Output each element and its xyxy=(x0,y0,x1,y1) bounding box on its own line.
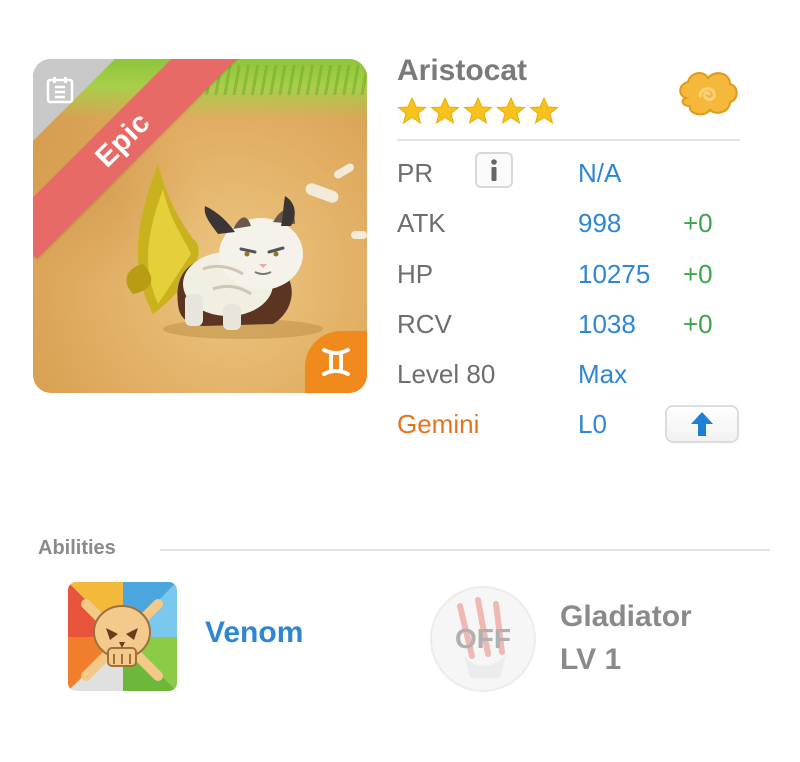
level-label: Level 80 xyxy=(397,359,496,389)
pr-label: PR xyxy=(397,158,434,188)
ability-off-status: OFF xyxy=(455,623,511,654)
hp-bonus: +0 xyxy=(683,259,713,289)
skull-icon xyxy=(68,582,177,691)
atk-bonus: +0 xyxy=(683,208,713,238)
rcv-value: 1038 xyxy=(578,309,636,339)
abilities-divider xyxy=(160,549,770,551)
info-icon xyxy=(491,159,497,181)
star-rating xyxy=(397,96,559,126)
stat-row-level: Level 80 Max xyxy=(397,359,757,399)
stat-row-hp: HP 10275 +0 xyxy=(397,259,757,299)
cloud-coin-icon[interactable] xyxy=(676,68,740,120)
header-divider xyxy=(397,139,740,141)
ability-gladiator-name[interactable]: Gladiator xyxy=(560,600,692,634)
pet-artwork xyxy=(126,164,323,339)
hp-label: HP xyxy=(397,259,434,289)
ability-gladiator-level: LV 1 xyxy=(560,643,622,676)
zodiac-level-value: L0 xyxy=(578,409,607,439)
hp-value: 10275 xyxy=(578,259,651,289)
rcv-label: RCV xyxy=(397,309,452,339)
stat-row-zodiac: Gemini L0 xyxy=(397,405,757,449)
rcv-bonus: +0 xyxy=(683,309,713,339)
star-icon xyxy=(430,96,460,125)
abilities-heading: Abilities xyxy=(38,537,116,559)
zodiac-upgrade-button[interactable] xyxy=(665,405,739,443)
level-value: Max xyxy=(578,359,628,389)
star-icon xyxy=(397,96,427,125)
stat-row-atk: ATK 998 +0 xyxy=(397,208,757,248)
pr-value: N/A xyxy=(578,158,622,188)
bone-decoration xyxy=(351,231,367,239)
star-icon xyxy=(463,96,493,125)
zodiac-label: Gemini xyxy=(397,409,480,439)
gemini-icon xyxy=(322,348,350,376)
ability-gladiator-icon-tile[interactable]: OFF xyxy=(430,586,536,692)
atk-label: ATK xyxy=(397,208,446,238)
pet-name: Aristocat xyxy=(397,54,528,87)
stat-row-rcv: RCV 1038 +0 xyxy=(397,309,757,349)
stat-row-pr: PR N/A xyxy=(397,152,757,198)
arrow-up-icon xyxy=(691,412,713,436)
atk-value: 998 xyxy=(578,208,622,238)
star-icon xyxy=(496,96,526,125)
ability-venom-icon-tile[interactable] xyxy=(68,582,177,691)
star-icon xyxy=(529,96,559,125)
card-list-icon xyxy=(46,77,74,104)
bone-decoration xyxy=(332,162,356,180)
pet-portrait[interactable]: Epic xyxy=(33,59,367,393)
info-button[interactable] xyxy=(475,152,513,188)
ability-venom-name[interactable]: Venom xyxy=(205,616,303,650)
